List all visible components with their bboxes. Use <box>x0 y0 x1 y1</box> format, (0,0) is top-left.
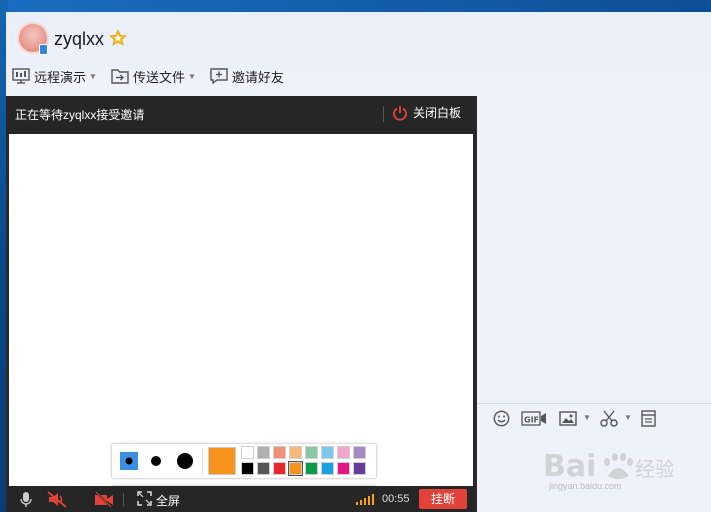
divider <box>123 493 124 506</box>
color-swatch[interactable] <box>353 462 366 475</box>
microphone-icon[interactable] <box>19 491 33 508</box>
speaker-muted-icon[interactable] <box>47 491 67 508</box>
power-icon <box>393 105 407 121</box>
whiteboard-canvas[interactable] <box>9 134 473 512</box>
chat-header: zyqlxx 远程演示 ▼ 传送文件 ▼ 邀请好友 <box>6 12 711 97</box>
invite-status-text: 正在等待zyqlxx接受邀请 <box>15 108 145 122</box>
send-file-button[interactable]: 传送文件 ▼ <box>111 67 196 86</box>
gif-icon[interactable]: GIF <box>521 410 547 427</box>
folder-transfer-icon <box>111 69 129 84</box>
camera-off-icon[interactable] <box>94 491 114 508</box>
device-status-icon <box>39 44 48 55</box>
chat-history-icon[interactable] <box>641 410 656 427</box>
chevron-down-icon: ▼ <box>89 71 97 81</box>
chat-toolbar-top: 远程演示 ▼ 传送文件 ▼ 邀请好友 <box>6 64 711 88</box>
remote-demo-button[interactable]: 远程演示 ▼ <box>12 67 97 86</box>
brush-size-small[interactable] <box>120 452 138 470</box>
color-swatch[interactable] <box>305 462 318 475</box>
whiteboard-titlebar: 正在等待zyqlxx接受邀请 关闭白板 <box>6 96 477 134</box>
svg-text:GIF: GIF <box>524 416 539 425</box>
brush-size-medium[interactable] <box>147 452 165 470</box>
svg-text:Bai: Bai <box>543 449 596 484</box>
monitor-icon <box>12 68 30 84</box>
color-swatch[interactable] <box>353 446 366 459</box>
add-member-icon <box>210 68 228 84</box>
hangup-button[interactable]: 挂断 <box>419 489 467 509</box>
send-file-label: 传送文件 <box>132 69 185 85</box>
call-control-bar: 全屏 00:55 挂断 <box>6 486 477 512</box>
remote-demo-label: 远程演示 <box>34 69 87 85</box>
screenshot-scissors-icon[interactable] <box>600 410 618 427</box>
color-swatch[interactable] <box>321 462 334 475</box>
signal-strength-icon <box>356 494 374 505</box>
watermark-url: jingyan.baidu.com <box>549 481 622 491</box>
close-whiteboard-button[interactable]: 关闭白板 <box>392 104 461 121</box>
message-history[interactable] <box>477 96 711 403</box>
invite-friend-button[interactable]: 邀请好友 <box>210 67 284 86</box>
color-swatch[interactable] <box>257 462 270 475</box>
contact-name[interactable]: zyqlxx <box>54 29 104 50</box>
chevron-down-icon[interactable]: ▼ <box>624 413 632 422</box>
input-toolbar: GIF ▼ ▼ <box>477 403 711 433</box>
current-color-swatch[interactable] <box>208 447 236 475</box>
color-swatch[interactable] <box>288 461 303 476</box>
chevron-down-icon[interactable]: ▼ <box>583 413 591 422</box>
color-swatch[interactable] <box>241 462 254 475</box>
chevron-down-icon: ▼ <box>187 71 196 81</box>
divider <box>202 449 203 475</box>
svg-text:经验: 经验 <box>635 457 673 481</box>
brush-size-large[interactable] <box>175 451 195 471</box>
color-swatch[interactable] <box>273 462 286 475</box>
fullscreen-button[interactable]: 全屏 <box>156 492 180 509</box>
color-swatch[interactable] <box>337 446 350 459</box>
color-swatch[interactable] <box>321 446 334 459</box>
invite-friend-label: 邀请好友 <box>231 69 284 85</box>
color-swatch[interactable] <box>257 446 270 459</box>
desktop-background-top <box>0 0 711 12</box>
emoji-icon[interactable] <box>493 410 510 427</box>
color-swatch[interactable] <box>241 446 254 459</box>
call-timer: 00:55 <box>382 493 410 505</box>
close-whiteboard-label: 关闭白板 <box>413 106 462 120</box>
color-swatch[interactable] <box>273 446 286 459</box>
image-icon[interactable] <box>559 410 577 427</box>
chat-window: zyqlxx 远程演示 ▼ 传送文件 ▼ 邀请好友 正在等待zyqlxx接受邀请… <box>6 12 711 512</box>
color-swatch[interactable] <box>289 446 302 459</box>
divider <box>383 106 384 122</box>
brush-palette <box>111 443 377 479</box>
whiteboard-panel: 正在等待zyqlxx接受邀请 关闭白板 全屏 00:55 挂断 <box>6 96 477 512</box>
star-icon <box>109 29 127 46</box>
color-swatch[interactable] <box>337 462 350 475</box>
color-swatch[interactable] <box>305 446 318 459</box>
fullscreen-icon[interactable] <box>137 491 152 506</box>
